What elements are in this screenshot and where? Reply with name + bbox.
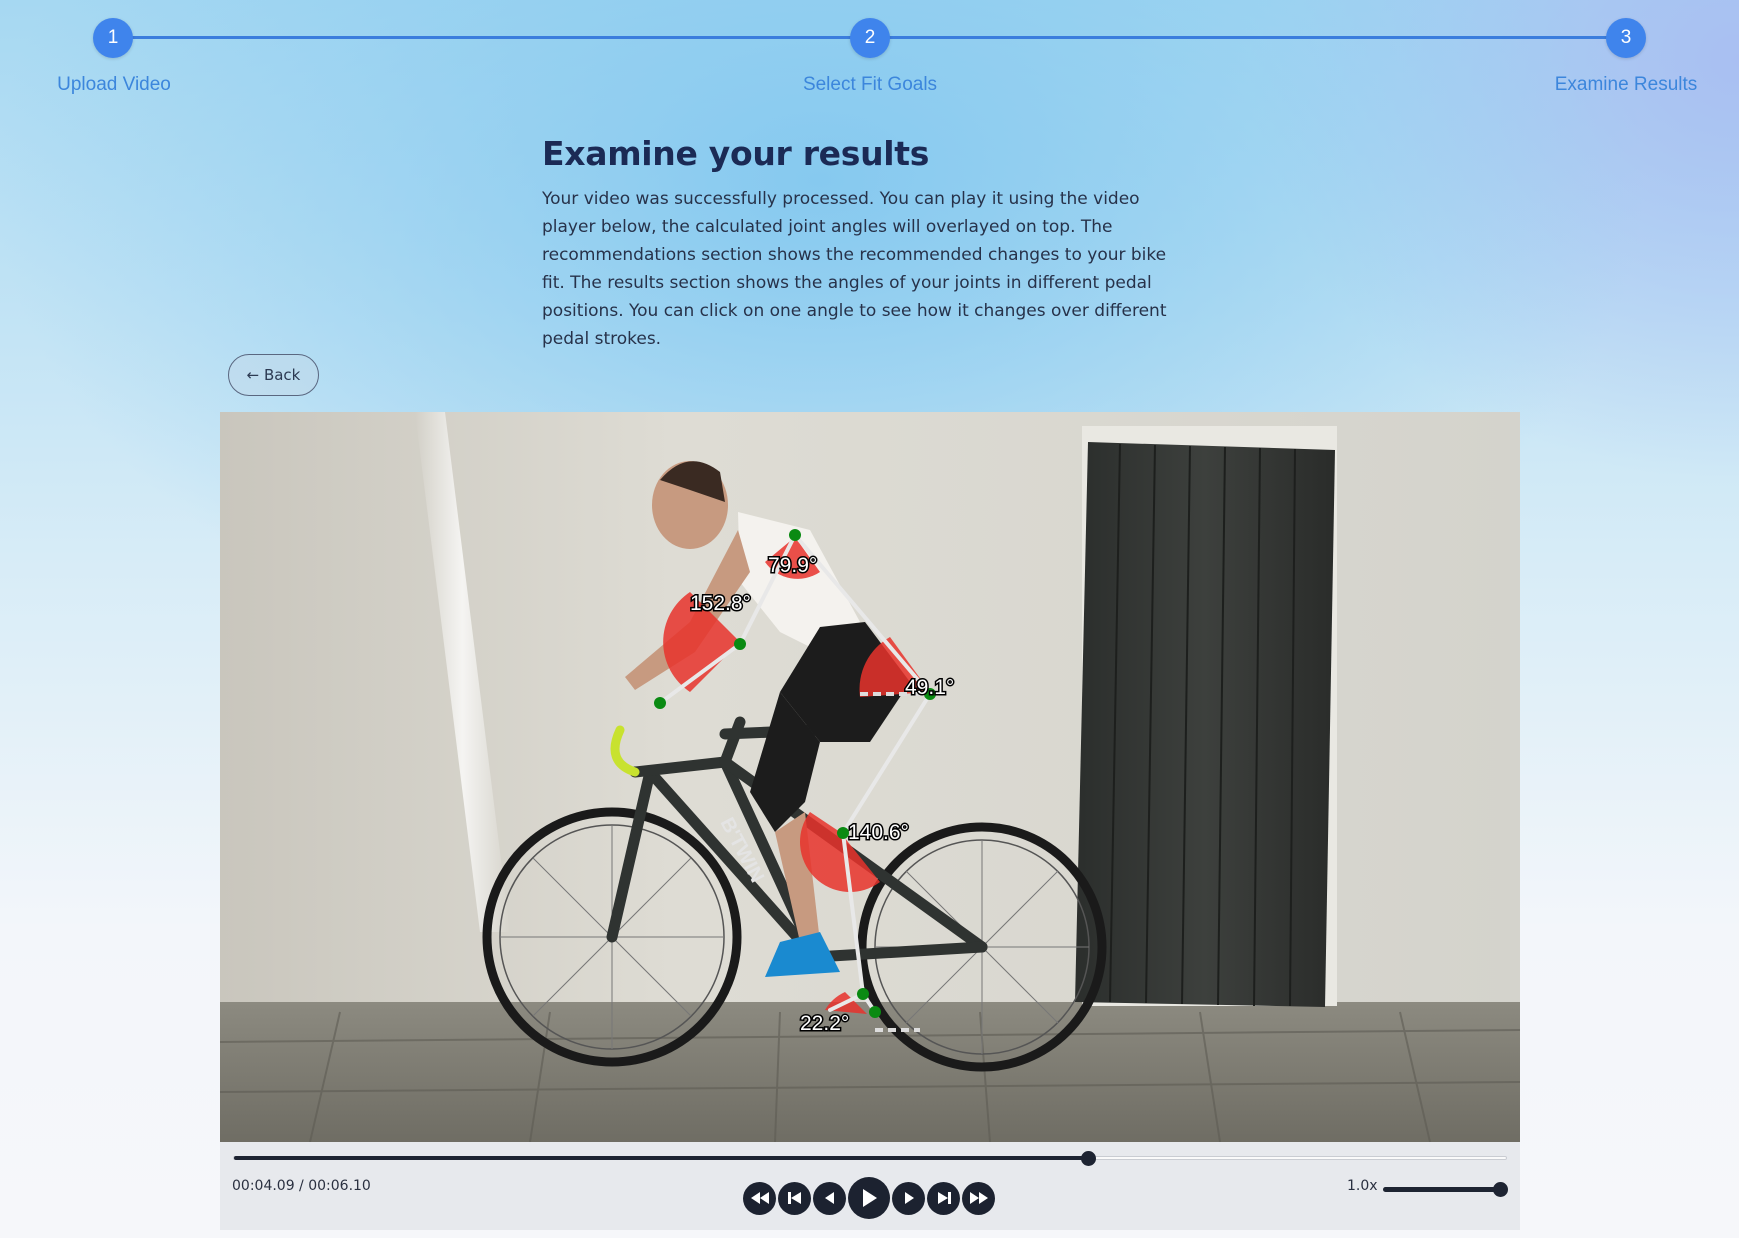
skip-end-icon bbox=[937, 1192, 951, 1204]
step-forward-icon bbox=[904, 1192, 914, 1204]
speed-slider-fill bbox=[1383, 1187, 1503, 1192]
step-1-label[interactable]: Upload Video bbox=[57, 74, 171, 96]
progress-stepper: 1 Upload Video 2 Select Fit Goals 3 Exam… bbox=[0, 0, 1739, 110]
step-back-icon bbox=[824, 1192, 834, 1204]
playback-buttons bbox=[743, 1176, 995, 1220]
step-3-indicator[interactable]: 3 bbox=[1606, 18, 1646, 58]
angle-label-knee: 140.6° bbox=[848, 821, 909, 844]
play-icon bbox=[863, 1189, 877, 1207]
player-controls: 00:04.09 / 00:06.10 1.0x bbox=[220, 1142, 1520, 1230]
fast-forward-button[interactable] bbox=[962, 1181, 995, 1215]
page-title: Examine your results bbox=[542, 134, 930, 173]
skip-start-button[interactable] bbox=[778, 1181, 811, 1215]
rewind-icon bbox=[750, 1192, 769, 1204]
video-player: B'TWIN 79.9° 152.8° 49.1° 140.6° 22.2° 0… bbox=[220, 412, 1520, 1230]
step-back-button[interactable] bbox=[813, 1181, 846, 1215]
back-button[interactable]: ← Back bbox=[228, 354, 319, 396]
angle-label-ankle: 22.2° bbox=[800, 1012, 849, 1035]
seek-bar[interactable] bbox=[233, 1151, 1507, 1166]
time-display: 00:04.09 / 00:06.10 bbox=[232, 1178, 371, 1194]
step-2-label[interactable]: Select Fit Goals bbox=[803, 74, 937, 96]
speed-slider-handle[interactable] bbox=[1493, 1182, 1508, 1197]
skip-end-button[interactable] bbox=[927, 1181, 960, 1215]
stepper-connector bbox=[113, 36, 870, 39]
speed-label: 1.0x bbox=[1347, 1178, 1378, 1194]
step-2-indicator[interactable]: 2 bbox=[850, 18, 890, 58]
angle-label-hip: 49.1° bbox=[905, 676, 954, 699]
step-3-label[interactable]: Examine Results bbox=[1555, 74, 1698, 96]
seek-handle[interactable] bbox=[1080, 1151, 1096, 1166]
step-1-indicator[interactable]: 1 bbox=[93, 18, 133, 58]
video-frame[interactable]: B'TWIN 79.9° 152.8° 49.1° 140.6° 22.2° bbox=[220, 412, 1520, 1142]
pavement bbox=[220, 1002, 1520, 1142]
seek-progress bbox=[234, 1156, 1088, 1160]
intro-section: Examine your results Your video was succ… bbox=[542, 134, 1182, 353]
rewind-button[interactable] bbox=[743, 1181, 776, 1215]
intro-description: Your video was successfully processed. Y… bbox=[542, 189, 1167, 349]
skip-start-icon bbox=[787, 1192, 801, 1204]
play-button[interactable] bbox=[848, 1177, 890, 1219]
step-forward-button[interactable] bbox=[892, 1181, 925, 1215]
speed-slider[interactable] bbox=[1383, 1182, 1508, 1197]
angle-label-shoulder: 79.9° bbox=[768, 554, 817, 577]
stepper-connector bbox=[870, 36, 1626, 39]
fast-forward-icon bbox=[969, 1192, 988, 1204]
angle-label-elbow: 152.8° bbox=[690, 592, 751, 615]
